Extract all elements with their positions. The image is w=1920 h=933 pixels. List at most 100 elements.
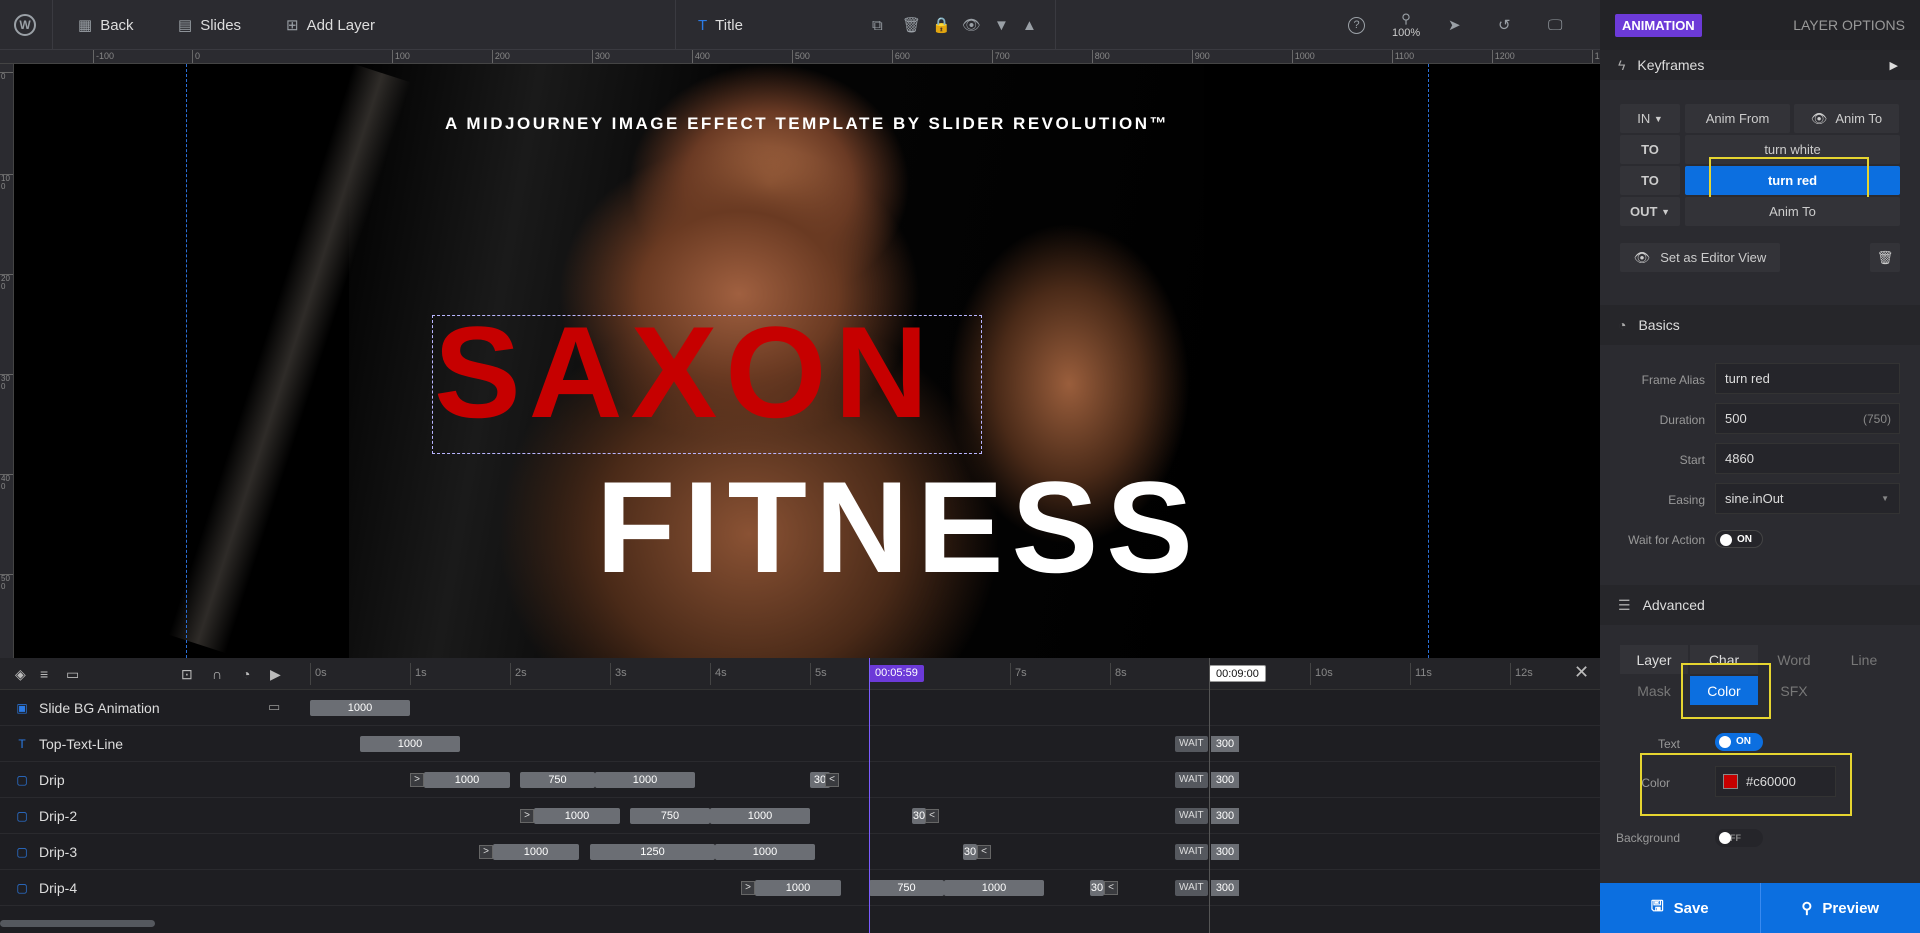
play-icon[interactable]: ▶ — [270, 666, 281, 683]
close-timeline-icon[interactable]: ✕ — [1574, 662, 1589, 683]
timeline-row[interactable]: T Top-Text-Line 1000 WAIT 300 — [0, 726, 1600, 762]
layer-name-field[interactable]: T Title — [698, 0, 743, 50]
kf-out-anim-to[interactable]: Anim To — [1685, 197, 1900, 226]
move-up-button[interactable]: ▲ — [1022, 0, 1037, 50]
frame-arrow-icon[interactable]: < — [825, 773, 839, 787]
timer-icon[interactable]: ◔ — [242, 666, 250, 682]
animation-bar[interactable]: 30 — [912, 808, 926, 824]
wordpress-logo-button[interactable]: W — [14, 0, 36, 50]
animation-bar[interactable]: 1000 — [755, 880, 841, 896]
frame-alias-input[interactable]: turn red — [1715, 363, 1900, 394]
kf-anim-to[interactable]: 👁 Anim To — [1794, 104, 1899, 133]
duration-input[interactable]: 500 (750) — [1715, 403, 1900, 434]
layer-selection-box[interactable] — [432, 315, 982, 454]
timeline-row-label[interactable]: ▢ Drip — [0, 762, 290, 798]
tab-animation[interactable]: ANIMATION — [1615, 13, 1702, 37]
frame-arrow-icon[interactable]: > — [479, 845, 493, 859]
title-line2-layer[interactable]: FITNESS — [596, 462, 1201, 592]
out-bar[interactable]: 300 — [1211, 880, 1239, 896]
device-desktop-button[interactable]: 🖵 — [1548, 0, 1562, 50]
end-time-badge[interactable]: 00:09:00 — [1209, 665, 1266, 682]
zoom-button[interactable]: ⚲ 100% — [1392, 0, 1420, 50]
slide-canvas[interactable]: A MIDJOURNEY IMAGE EFFECT TEMPLATE BY SL… — [14, 64, 1600, 658]
adv-tab-line[interactable]: Line — [1830, 645, 1898, 674]
playhead[interactable] — [869, 658, 870, 933]
animation-bar[interactable]: 1000 — [493, 844, 579, 860]
image-settings-icon[interactable]: ▭ — [268, 699, 280, 715]
animation-bar[interactable]: 1000 — [424, 772, 510, 788]
current-time-badge[interactable]: 00:05:59 — [869, 665, 924, 682]
timeline-scrollbar[interactable] — [0, 920, 155, 927]
animation-bar[interactable]: 1000 — [534, 808, 620, 824]
animation-bar[interactable]: 1000 — [310, 700, 410, 716]
top-text-layer[interactable]: A MIDJOURNEY IMAGE EFFECT TEMPLATE BY SL… — [14, 114, 1600, 134]
animation-bar[interactable]: 1000 — [715, 844, 815, 860]
layers-icon[interactable]: ◈ — [15, 666, 26, 683]
timeline-row-label[interactable]: ▢ Drip-4 — [0, 870, 290, 906]
kf-out-select[interactable]: OUT ▼ — [1620, 197, 1680, 226]
frame-arrow-icon[interactable]: < — [925, 809, 939, 823]
easing-select[interactable]: sine.inOut ▼ — [1715, 483, 1900, 514]
adv-tab-layer[interactable]: Layer — [1620, 645, 1688, 674]
wait-badge[interactable]: WAIT — [1175, 844, 1208, 860]
timeline-row-label[interactable]: T Top-Text-Line — [0, 726, 290, 762]
wait-badge[interactable]: WAIT — [1175, 736, 1208, 752]
text-color-toggle[interactable]: ON — [1715, 733, 1763, 751]
move-down-button[interactable]: ▼ — [994, 0, 1009, 50]
animation-bar[interactable]: 30 — [963, 844, 977, 860]
animation-bar[interactable]: 1250 — [590, 844, 715, 860]
timeline-row[interactable]: ▢ Drip-2 1000 750 1000 30 > < WAIT 300 — [0, 798, 1600, 834]
animation-bar[interactable]: 1000 — [360, 736, 460, 752]
animation-bar[interactable]: 750 — [630, 808, 710, 824]
kf-to1-label[interactable]: TO — [1620, 135, 1680, 164]
background-toggle[interactable]: OFF — [1715, 829, 1763, 847]
magnet-icon[interactable]: ∩ — [212, 666, 222, 682]
timeline-row[interactable]: ▣ Slide BG Animation ▭ 1000 — [0, 690, 1600, 726]
timeline-row[interactable]: ▢ Drip-3 1000 1250 1000 30 > < WAIT 300 — [0, 834, 1600, 870]
select-tool-button[interactable]: ➤ — [1448, 0, 1461, 50]
wait-badge[interactable]: WAIT — [1175, 808, 1208, 824]
out-bar[interactable]: 300 — [1211, 772, 1239, 788]
timeline-row-label[interactable]: ▢ Drip-3 — [0, 834, 290, 870]
kf-anim-from[interactable]: Anim From — [1685, 104, 1790, 133]
visibility-button[interactable]: 👁 — [962, 0, 981, 50]
wait-badge[interactable]: WAIT — [1175, 880, 1208, 896]
animation-bar[interactable]: 1000 — [944, 880, 1044, 896]
animation-bar[interactable]: 30 — [1090, 880, 1104, 896]
keyframes-section-header[interactable]: ϟ Keyframes ▶ — [1600, 50, 1920, 80]
tab-layer-options[interactable]: LAYER OPTIONS — [1793, 17, 1905, 33]
delete-layer-button[interactable]: 🗑 — [902, 0, 921, 50]
basics-section-header[interactable]: ◔ Basics — [1600, 305, 1920, 345]
preview-button[interactable]: ⚲ Preview — [1761, 883, 1920, 933]
save-button[interactable]: 🖫 Save — [1600, 883, 1761, 933]
duplicate-layer-button[interactable]: ⧉ — [872, 0, 883, 50]
kf-in-select[interactable]: IN ▼ — [1620, 104, 1680, 133]
add-layer-button[interactable]: ⊞ Add Layer — [286, 0, 375, 50]
help-button[interactable]: ? — [1348, 0, 1365, 50]
frame-arrow-icon[interactable]: > — [520, 809, 534, 823]
out-bar[interactable]: 300 — [1211, 736, 1239, 752]
frame-arrow-icon[interactable]: < — [977, 845, 991, 859]
grid-select-icon[interactable]: ⊡ — [181, 666, 193, 683]
wait-badge[interactable]: WAIT — [1175, 772, 1208, 788]
timeline-row-label[interactable]: ▢ Drip-2 — [0, 798, 290, 834]
start-input[interactable]: 4860 — [1715, 443, 1900, 474]
undo-button[interactable]: ↺ — [1498, 0, 1511, 50]
frame-arrow-icon[interactable]: > — [741, 881, 755, 895]
animation-bar[interactable]: 1000 — [595, 772, 695, 788]
out-bar[interactable]: 300 — [1211, 844, 1239, 860]
back-button[interactable]: ▦ Back — [78, 0, 134, 50]
frame-arrow-icon[interactable]: < — [1104, 881, 1118, 895]
folder-icon[interactable]: ▭ — [66, 666, 79, 683]
animation-bar[interactable]: 750 — [869, 880, 944, 896]
adv-tab-mask[interactable]: Mask — [1620, 676, 1688, 705]
wait-for-action-toggle[interactable]: ON — [1715, 530, 1763, 548]
list-icon[interactable]: ≡ — [40, 666, 48, 682]
frame-arrow-icon[interactable]: > — [410, 773, 424, 787]
out-bar[interactable]: 300 — [1211, 808, 1239, 824]
animation-bar[interactable]: 1000 — [710, 808, 810, 824]
kf-to2-label[interactable]: TO — [1620, 166, 1680, 195]
delete-keyframe-button[interactable]: 🗑 — [1870, 243, 1900, 272]
set-editor-view-button[interactable]: 👁 Set as Editor View — [1620, 243, 1780, 272]
timeline-row[interactable]: ▢ Drip 1000 750 1000 30 > < WAIT 300 — [0, 762, 1600, 798]
